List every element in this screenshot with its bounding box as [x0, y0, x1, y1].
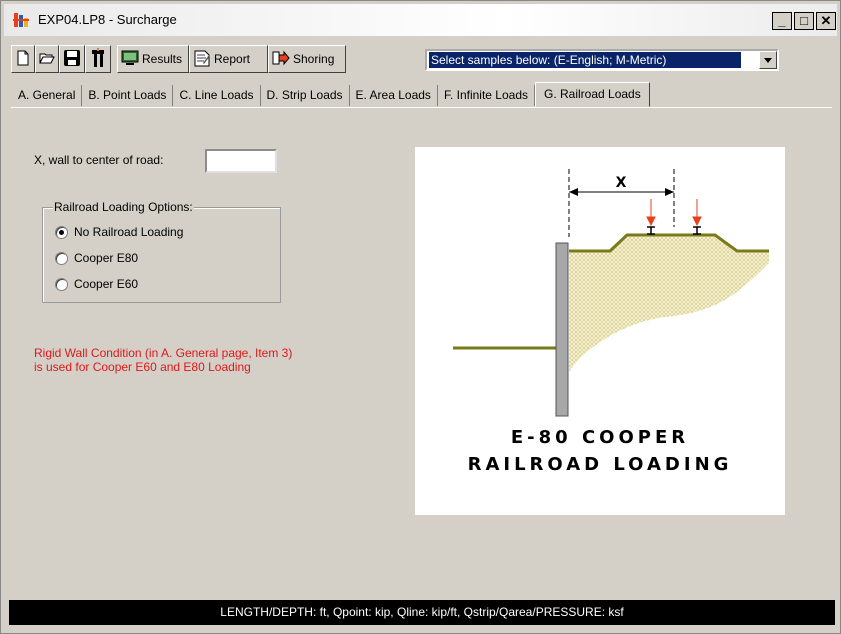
tab-point-loads[interactable]: B. Point Loads — [82, 85, 174, 106]
x-distance-label: X, wall to center of road: — [34, 153, 164, 167]
radio-cooper-e60[interactable]: Cooper E60 — [55, 277, 138, 291]
radio-label: Cooper E60 — [74, 277, 139, 291]
radio-label: Cooper E80 — [74, 251, 139, 265]
dimension-label: X — [616, 175, 627, 191]
load-arrow-right — [692, 199, 702, 227]
results-button[interactable]: Results — [117, 45, 189, 73]
window-title: EXP04.LP8 - Surcharge — [38, 12, 177, 27]
new-button[interactable] — [11, 45, 35, 73]
app-window: EXP04.LP8 - Surcharge _ □ ✕ Results Repo… — [0, 0, 841, 634]
radio-cooper-e80[interactable]: Cooper E80 — [55, 251, 138, 265]
close-button[interactable]: ✕ — [816, 12, 836, 30]
minimize-icon: _ — [778, 13, 786, 28]
radio-label: No Railroad Loading — [74, 225, 184, 239]
sheet-pile-icon — [89, 47, 107, 71]
monitor-icon — [121, 50, 139, 69]
railroad-options-title: Railroad Loading Options: — [53, 200, 194, 214]
radio-selected-icon — [55, 225, 68, 239]
save-disk-icon — [63, 49, 81, 70]
title-bar[interactable]: EXP04.LP8 - Surcharge _ □ ✕ — [4, 4, 837, 36]
samples-select-value: Select samples below: (E-English; M-Metr… — [429, 52, 741, 68]
results-label: Results — [142, 52, 183, 66]
tab-line-loads[interactable]: C. Line Loads — [173, 85, 261, 106]
minimize-button[interactable]: _ — [772, 12, 792, 30]
report-icon — [193, 49, 211, 70]
rail-left — [647, 226, 655, 235]
rigid-wall-note: Rigid Wall Condition (in A. General page… — [34, 346, 354, 374]
shoring-button[interactable]: Shoring — [268, 45, 346, 73]
note-line-1: Rigid Wall Condition (in A. General page… — [34, 346, 293, 360]
diagram-caption-line-2: RAILROAD LOADING — [467, 454, 733, 475]
report-button[interactable]: Report — [189, 45, 268, 73]
report-label: Report — [214, 52, 251, 66]
load-arrow-left — [646, 199, 656, 227]
dropdown-arrow-button[interactable] — [759, 51, 777, 69]
maximize-icon: □ — [800, 13, 808, 28]
dim-arrowhead-right — [665, 188, 674, 196]
samples-select[interactable]: Select samples below: (E-English; M-Metr… — [425, 49, 779, 71]
radio-no-railroad[interactable]: No Railroad Loading — [55, 225, 183, 239]
tool-button[interactable] — [85, 45, 111, 73]
toolbar: Results Report Shoring Select samples be… — [11, 45, 831, 75]
save-button[interactable] — [59, 45, 85, 73]
tab-strip-loads[interactable]: D. Strip Loads — [261, 85, 350, 106]
rail-right — [693, 226, 701, 235]
shoring-arrow-icon — [272, 50, 290, 69]
app-icon — [13, 12, 29, 28]
radio-unselected-icon — [55, 277, 68, 291]
units-status-bar: LENGTH/DEPTH: ft, Qpoint: kip, Qline: ki… — [9, 600, 835, 625]
new-file-icon — [15, 50, 31, 69]
close-icon: ✕ — [820, 13, 832, 28]
railroad-loading-diagram: X E-80 COOPER RAILROAD LOADING — [415, 147, 785, 515]
note-line-2: is used for Cooper E60 and E80 Loading — [34, 360, 251, 374]
radio-unselected-icon — [55, 251, 68, 265]
dim-arrowhead-left — [569, 188, 578, 196]
diagram-caption-line-1: E-80 COOPER — [510, 427, 690, 448]
maximize-button[interactable]: □ — [794, 12, 814, 30]
tab-area-loads[interactable]: E. Area Loads — [350, 85, 438, 106]
open-button[interactable] — [35, 45, 59, 73]
tab-strip: A. General B. Point Loads C. Line Loads … — [12, 82, 650, 107]
tab-infinite-loads[interactable]: F. Infinite Loads — [438, 85, 535, 106]
soil-fill — [569, 235, 769, 372]
tab-general[interactable]: A. General — [12, 85, 83, 106]
chevron-down-icon — [764, 58, 772, 63]
retaining-wall — [555, 242, 569, 417]
shoring-label: Shoring — [293, 52, 335, 66]
tab-railroad-loads[interactable]: G. Railroad Loads — [535, 82, 650, 107]
x-distance-input[interactable] — [205, 149, 277, 173]
open-folder-icon — [39, 50, 55, 69]
